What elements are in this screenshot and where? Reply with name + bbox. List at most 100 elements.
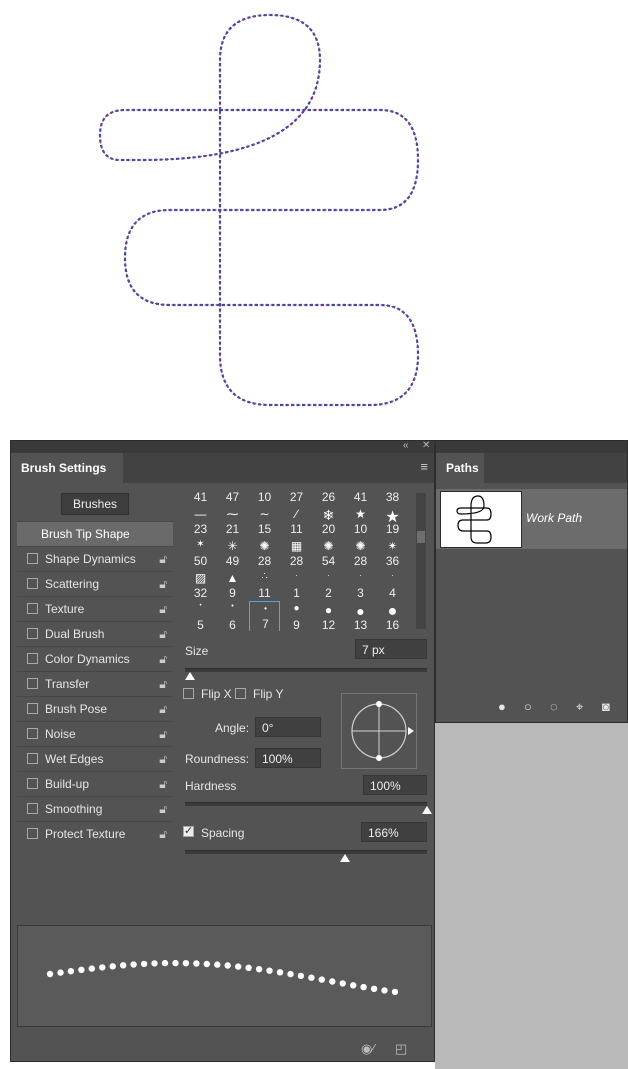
list-item-brush-tip-shape[interactable]: Brush Tip Shape xyxy=(17,521,173,546)
lock-icon[interactable]: 🔓︎ xyxy=(159,597,167,621)
brush-preset[interactable]: ✺ 54 xyxy=(313,537,344,568)
brush-preset[interactable]: ⁓ 21 xyxy=(217,505,248,536)
hardness-slider[interactable] xyxy=(185,802,427,806)
hamburger-icon[interactable]: ≡ xyxy=(420,459,428,474)
checkbox[interactable] xyxy=(27,603,38,614)
spacing-slider-knob[interactable] xyxy=(339,854,350,862)
brush-preset[interactable]: • 7 xyxy=(249,601,280,631)
checkbox[interactable] xyxy=(27,653,38,664)
brush-preset[interactable]: • 6 xyxy=(217,601,248,631)
angle-roundness-widget[interactable] xyxy=(341,693,417,769)
make-work-path-icon[interactable]: ⌖ xyxy=(576,699,583,715)
checkbox[interactable] xyxy=(27,753,38,764)
brush-preset[interactable]: ∕ 11 xyxy=(281,505,312,536)
brush-preset[interactable]: · 4 xyxy=(377,569,408,600)
checkbox[interactable] xyxy=(27,628,38,639)
brush-preset-partial[interactable]: 41 xyxy=(185,491,216,504)
brush-preset[interactable]: —23 xyxy=(185,505,216,536)
checkbox[interactable] xyxy=(27,553,38,564)
checkbox[interactable] xyxy=(27,778,38,789)
lock-icon[interactable]: 🔓︎ xyxy=(159,722,167,746)
size-slider-knob[interactable] xyxy=(184,672,195,680)
checkbox[interactable] xyxy=(27,803,38,814)
list-item-transfer[interactable]: Transfer 🔓︎ xyxy=(17,671,173,696)
checkbox[interactable] xyxy=(27,728,38,739)
brush-preset[interactable]: ▦ 28 xyxy=(281,537,312,568)
lock-icon[interactable]: 🔓︎ xyxy=(159,822,167,846)
list-item-shape-dynamics[interactable]: Shape Dynamics 🔓︎ xyxy=(17,546,173,571)
checkbox[interactable] xyxy=(27,828,38,839)
new-brush-icon[interactable]: ◰ xyxy=(395,1041,407,1057)
brush-preset-partial[interactable]: 27 xyxy=(281,491,312,504)
brush-preset[interactable]: ● 12 xyxy=(313,601,344,631)
brush-preset[interactable]: ❄ 20 xyxy=(313,505,344,536)
brush-preset-partial[interactable]: 38 xyxy=(377,491,408,504)
double-chevron-icon[interactable]: « xyxy=(403,440,409,451)
list-item-dual-brush[interactable]: Dual Brush 🔓︎ xyxy=(17,621,173,646)
angle-field[interactable]: 0° xyxy=(255,717,321,737)
checkbox[interactable] xyxy=(27,578,38,589)
lock-icon[interactable]: 🔓︎ xyxy=(159,797,167,821)
brush-preset-partial[interactable]: 47 xyxy=(217,491,248,504)
brush-preset[interactable]: • 5 xyxy=(185,601,216,631)
brush-preset[interactable]: · 3 xyxy=(345,569,376,600)
brush-preset-partial[interactable]: 41 xyxy=(345,491,376,504)
spacing-checkbox[interactable] xyxy=(183,824,194,837)
add-mask-icon[interactable]: ◙ xyxy=(602,699,610,714)
brush-preset[interactable]: ▨ 32 xyxy=(185,569,216,600)
brush-preset[interactable]: · 2 xyxy=(313,569,344,600)
list-item-noise[interactable]: Noise 🔓︎ xyxy=(17,721,173,746)
brush-preset[interactable]: ✳ 49 xyxy=(217,537,248,568)
tab-paths[interactable]: Paths xyxy=(436,453,484,483)
toggle-live-tip-icon[interactable]: ◉⁄ xyxy=(361,1041,375,1057)
size-field[interactable]: 7 px xyxy=(355,639,427,659)
list-item-smoothing[interactable]: Smoothing 🔓︎ xyxy=(17,796,173,821)
flip-x-checkbox[interactable] xyxy=(183,688,194,699)
fill-path-icon[interactable]: ● xyxy=(498,699,506,714)
brushes-button[interactable]: Brushes xyxy=(61,493,129,515)
list-item-brush-pose[interactable]: Brush Pose 🔓︎ xyxy=(17,696,173,721)
spacing-slider[interactable] xyxy=(185,850,427,854)
grid-scrollbar[interactable] xyxy=(416,493,426,629)
lock-icon[interactable]: 🔓︎ xyxy=(159,697,167,721)
size-slider[interactable] xyxy=(185,668,427,672)
brush-preset[interactable]: ★ 19 xyxy=(377,505,408,536)
brush-preset[interactable]: ∼ 15 xyxy=(249,505,280,536)
lock-icon[interactable]: 🔓︎ xyxy=(159,572,167,596)
brush-preset[interactable]: ● 13 xyxy=(345,601,376,631)
brush-tip-grid[interactable]: 41 47 10 27 26 41 38—23 ⁓ 21 ∼ 15 ∕ 11 ❄ 20 ★ 10 ★ 19 ✶ 50 ✳ 4… xyxy=(183,491,415,631)
path-row-work-path[interactable]: Work Path xyxy=(436,489,627,549)
hardness-slider-knob[interactable] xyxy=(422,806,432,814)
lock-icon[interactable]: 🔓︎ xyxy=(159,747,167,771)
brush-preset[interactable]: ✺ 28 xyxy=(249,537,280,568)
spacing-field[interactable]: 166% xyxy=(361,822,427,842)
brush-preset-partial[interactable]: 10 xyxy=(249,491,280,504)
checkbox[interactable] xyxy=(27,703,38,714)
list-item-build-up[interactable]: Build-up 🔓︎ xyxy=(17,771,173,796)
list-item-scattering[interactable]: Scattering 🔓︎ xyxy=(17,571,173,596)
brush-preset[interactable]: · 1 xyxy=(281,569,312,600)
lock-icon[interactable]: 🔓︎ xyxy=(159,647,167,671)
brush-preset[interactable]: ★ 10 xyxy=(345,505,376,536)
list-item-texture[interactable]: Texture 🔓︎ xyxy=(17,596,173,621)
close-icon[interactable]: ✕ xyxy=(422,440,430,451)
lock-icon[interactable]: 🔓︎ xyxy=(159,672,167,696)
hardness-field[interactable]: 100% xyxy=(363,775,427,795)
lock-icon[interactable]: 🔓︎ xyxy=(159,772,167,796)
brush-preset-partial[interactable]: 26 xyxy=(313,491,344,504)
brush-preset[interactable]: ● 16 xyxy=(377,601,408,631)
brush-preset[interactable]: ▲ 9 xyxy=(217,569,248,600)
tab-brush-settings[interactable]: Brush Settings xyxy=(11,453,123,483)
lock-icon[interactable]: 🔓︎ xyxy=(159,547,167,571)
scrollbar-thumb[interactable] xyxy=(417,531,425,543)
brush-preset[interactable]: ● 9 xyxy=(281,601,312,631)
brush-preset[interactable]: ✶ 50 xyxy=(185,537,216,568)
stroke-path-icon[interactable]: ○ xyxy=(524,699,532,714)
list-item-protect-texture[interactable]: Protect Texture 🔓︎ xyxy=(17,821,173,846)
list-item-color-dynamics[interactable]: Color Dynamics 🔓︎ xyxy=(17,646,173,671)
list-item-wet-edges[interactable]: Wet Edges 🔓︎ xyxy=(17,746,173,771)
brush-preset[interactable]: ✺ 28 xyxy=(345,537,376,568)
brush-preset[interactable]: ∴ 11 xyxy=(249,569,280,600)
flip-y-checkbox[interactable] xyxy=(235,688,246,699)
brush-preset[interactable]: ✴ 36 xyxy=(377,537,408,568)
